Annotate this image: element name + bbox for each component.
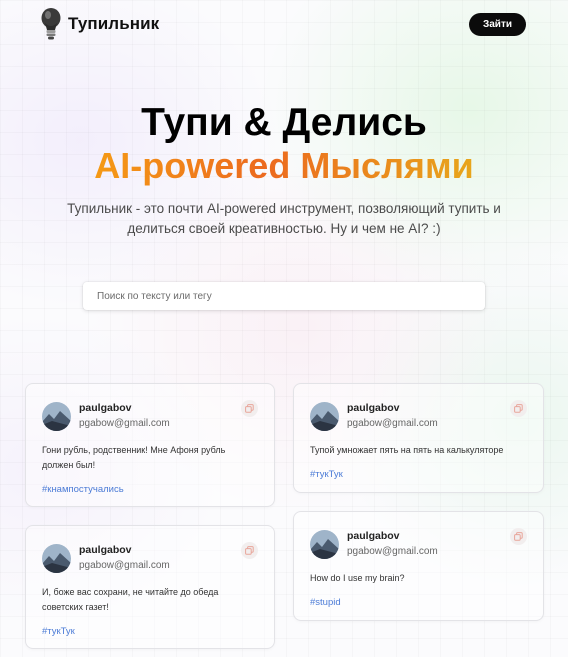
copy-icon (245, 404, 254, 413)
post-card: paulgabov pgabow@gmail.com И, боже вас с… (25, 525, 275, 649)
copy-button[interactable] (241, 400, 258, 417)
user-info: paulgabov pgabow@gmail.com (79, 543, 233, 573)
avatar (310, 529, 339, 559)
user-email: pgabow@gmail.com (347, 546, 438, 557)
user-info: paulgabov pgabow@gmail.com (347, 529, 502, 559)
post-tag[interactable]: #stupid (310, 596, 527, 610)
post-text: Тупой умножает пять на пять на калькулят… (310, 445, 504, 455)
post-tag[interactable]: #тукТук (310, 468, 527, 482)
username: paulgabov (347, 530, 400, 542)
username: paulgabov (79, 544, 132, 556)
login-button[interactable]: Зайти (468, 12, 526, 36)
post-text: How do I use my brain? (310, 573, 405, 583)
card-header: paulgabov pgabow@gmail.com (310, 400, 527, 431)
hero-description: Тупильник - это почти AI-powered инструм… (67, 201, 501, 236)
user-email: pgabow@gmail.com (79, 560, 170, 571)
copy-button[interactable] (510, 400, 527, 417)
copy-button[interactable] (510, 528, 527, 545)
username: paulgabov (79, 402, 132, 414)
post-card: paulgabov pgabow@gmail.com Гони рубль, р… (25, 383, 275, 507)
post-card: paulgabov pgabow@gmail.com How do I use … (293, 511, 544, 621)
hero-title: Тупи & Делись (141, 101, 427, 144)
hero-accent-text: AI-powered Мыслями (94, 145, 474, 186)
post-text: Гони рубль, родственник! Мне Афоня рубль… (42, 445, 226, 470)
username: paulgabov (347, 402, 400, 414)
navbar: Тупильник Зайти (40, 6, 526, 42)
avatar (42, 401, 71, 431)
avatar (310, 401, 339, 431)
post-text: И, боже вас сохрани, не читайте до обеда… (42, 587, 219, 612)
copy-icon (245, 546, 254, 555)
search-box (83, 282, 485, 310)
avatar (42, 543, 71, 573)
copy-button[interactable] (241, 542, 258, 559)
user-info: paulgabov pgabow@gmail.com (79, 401, 233, 431)
card-header: paulgabov pgabow@gmail.com (310, 528, 527, 559)
lightbulb-icon (41, 8, 61, 40)
user-email: pgabow@gmail.com (347, 418, 438, 429)
card-header: paulgabov pgabow@gmail.com (42, 542, 258, 573)
copy-icon (514, 404, 523, 413)
post-card: paulgabov pgabow@gmail.com Тупой умножае… (293, 383, 544, 493)
user-info: paulgabov pgabow@gmail.com (347, 401, 502, 431)
user-email: pgabow@gmail.com (79, 418, 170, 429)
brand-name: Тупильник (68, 14, 160, 33)
brand-link[interactable]: Тупильник (40, 7, 159, 41)
search-input[interactable] (83, 282, 485, 310)
copy-icon (514, 532, 523, 541)
post-tag[interactable]: #тукТук (42, 625, 258, 639)
hero-accent-wrap: AI-powered Мыслями (0, 145, 568, 187)
card-header: paulgabov pgabow@gmail.com (42, 400, 258, 431)
post-tag[interactable]: #кнампостучались (42, 483, 258, 497)
